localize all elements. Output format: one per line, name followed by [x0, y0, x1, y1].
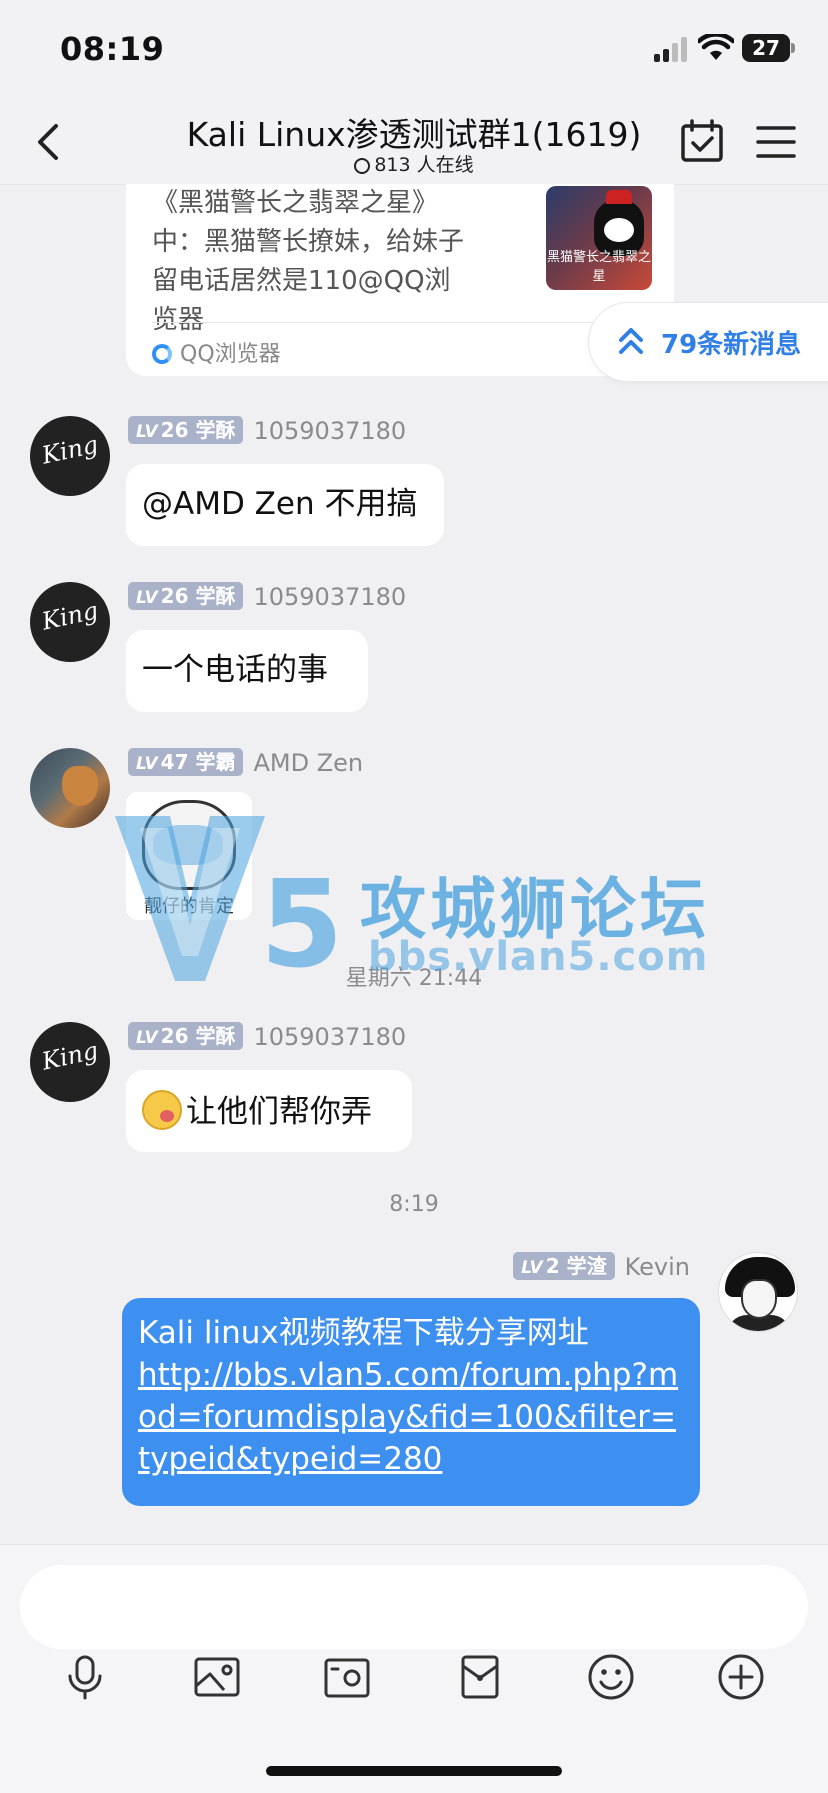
new-messages-label: 79条新消息 — [661, 330, 802, 360]
online-status-icon — [354, 158, 371, 174]
message-meta: LV 26 学酥 1059037180 — [128, 1022, 406, 1052]
sender-name[interactable]: Kevin — [625, 1253, 690, 1281]
avatar-text: King — [39, 430, 101, 470]
message-meta: LV 26 学酥 1059037180 — [128, 582, 406, 612]
my-message-meta: LV 2 学渣 Kevin — [513, 1252, 690, 1282]
avatar[interactable]: King — [30, 1022, 110, 1102]
cellular-signal-icon — [654, 36, 690, 62]
status-time: 08:19 — [60, 30, 165, 68]
battery-cap — [791, 43, 795, 53]
level-badge: LV 26 学酥 — [128, 416, 244, 444]
message-input[interactable] — [20, 1565, 808, 1649]
watermark-brand: 攻城狮论坛 — [360, 871, 710, 948]
level-badge: LV 26 学酥 — [128, 1022, 244, 1050]
sender-name[interactable]: AMD Zen — [253, 749, 363, 777]
my-avatar[interactable] — [718, 1252, 798, 1332]
my-message-text: Kali linux视频教程下载分享网址 — [138, 1315, 589, 1351]
message-bubble[interactable]: 一个电话的事 — [126, 630, 368, 712]
qq-browser-icon — [152, 344, 172, 364]
thumbnail-caption: 黑猫警长之翡翠之星 — [546, 250, 651, 284]
emoji-icon[interactable] — [586, 1652, 636, 1702]
sticker-caption: 靓仔的肯定 — [144, 896, 234, 917]
sender-name[interactable]: 1059037180 — [253, 417, 406, 445]
battery-level: 27 — [742, 34, 790, 62]
double-chevron-up-icon — [619, 328, 643, 354]
avatar[interactable] — [30, 748, 110, 828]
red-packet-icon[interactable] — [455, 1652, 505, 1702]
level-badge: LV 26 学酥 — [128, 582, 244, 610]
avatar[interactable]: King — [30, 416, 110, 496]
input-area — [0, 1544, 828, 1793]
message-meta: LV 47 学霸 AMD Zen — [128, 748, 363, 778]
wifi-icon — [698, 34, 734, 60]
my-message-bubble[interactable]: Kali linux视频教程下载分享网址 http://bbs.vlan5.co… — [122, 1298, 700, 1506]
level-badge: LV 47 学霸 — [128, 748, 244, 776]
message-link[interactable]: http://bbs.vlan5.com/forum.php?mod=forum… — [138, 1354, 684, 1480]
home-indicator — [266, 1766, 562, 1776]
shared-source: QQ浏览器 — [152, 336, 281, 368]
shared-source-label: QQ浏览器 — [180, 342, 281, 367]
sender-name[interactable]: 1059037180 — [253, 1023, 406, 1051]
message-text: 让他们帮你弄 — [186, 1094, 372, 1130]
time-separator: 星期六 21:44 — [345, 966, 483, 991]
message-bubble[interactable]: 让他们帮你弄 — [126, 1070, 412, 1152]
new-messages-button[interactable]: 79条新消息 — [588, 302, 828, 382]
status-bar: 08:19 27 — [0, 0, 828, 100]
chat-header: Kali Linux渗透测试群1(1619) 813 人在线 — [0, 100, 828, 185]
avatar-text: King — [39, 596, 101, 636]
camera-icon[interactable] — [322, 1652, 372, 1702]
level-badge: LV 2 学渣 — [513, 1252, 615, 1280]
message-meta: LV 26 学酥 1059037180 — [128, 416, 406, 446]
sender-name[interactable]: 1059037180 — [253, 583, 406, 611]
sticker-image[interactable]: 靓仔的肯定 — [126, 792, 252, 920]
menu-icon[interactable] — [752, 118, 800, 166]
microphone-icon[interactable] — [60, 1652, 110, 1702]
calendar-check-icon[interactable] — [676, 116, 728, 168]
card-divider — [152, 322, 648, 323]
avatar[interactable]: King — [30, 582, 110, 662]
image-icon[interactable] — [192, 1652, 242, 1702]
message-bubble[interactable]: @AMD Zen 不用搞 — [126, 464, 444, 546]
time-separator: 8:19 — [389, 1192, 439, 1217]
online-count-label: 813 人在线 — [374, 154, 474, 176]
shared-article-thumbnail: 黑猫警长之翡翠之星 — [546, 186, 652, 290]
shared-article-text: 《黑猫警长之翡翠之星》中：黑猫警长撩妹，给妹子留电话居然是110@QQ浏览器 — [152, 188, 465, 335]
tongue-face-emoji-icon — [142, 1090, 182, 1130]
plus-icon[interactable] — [716, 1652, 766, 1702]
avatar-text: King — [39, 1036, 101, 1076]
